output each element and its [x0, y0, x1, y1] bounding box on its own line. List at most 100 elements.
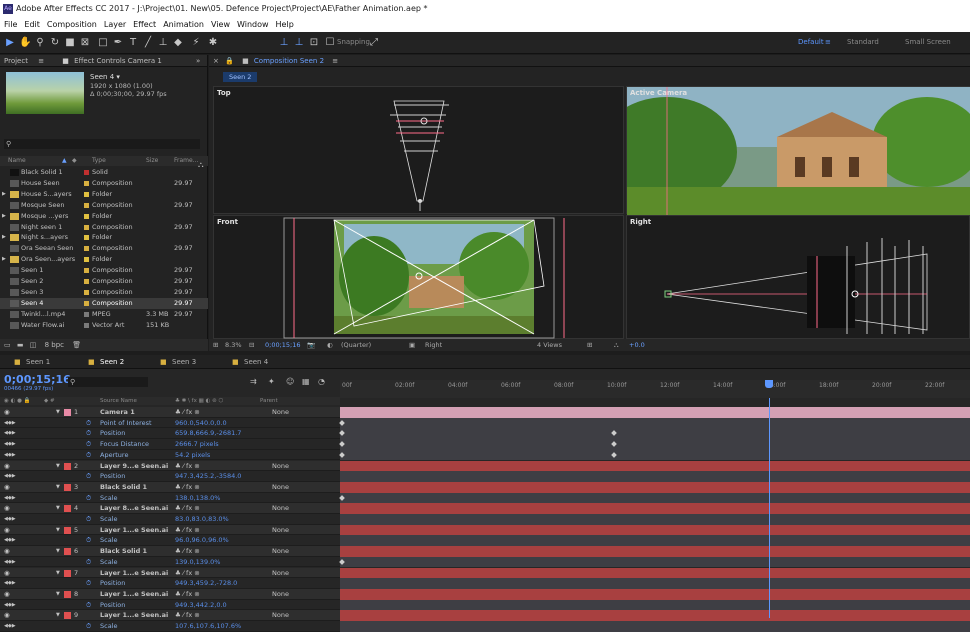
workspace-small-screen[interactable]: Small Screen [905, 38, 951, 46]
layer-search-input[interactable]: ⚲ [68, 377, 148, 387]
layer-name[interactable]: Layer 8...e Seen.ai [100, 503, 168, 514]
lock-icon[interactable]: 🔒 [225, 57, 234, 65]
layer-switches-icons[interactable]: ♣ ⁄ fx ⊚ [175, 482, 200, 493]
label-swatch[interactable] [84, 213, 89, 219]
project-item[interactable]: Ora Seean Seen Composition 29.97 [0, 243, 208, 254]
project-item[interactable]: Night seen 1 Composition 29.97 [0, 222, 208, 233]
sort-ascending-icon[interactable]: ▲ [62, 156, 67, 166]
tab-project[interactable]: Project [4, 57, 28, 65]
zoom-tool-icon[interactable]: ⚲ [34, 37, 46, 49]
keyframe-navigator-icon[interactable]: ◀◆▶ [4, 621, 16, 632]
project-item[interactable]: Water Flow.ai Vector Art 151 KB [0, 320, 208, 331]
label-swatch[interactable] [84, 311, 89, 317]
layer-label-swatch[interactable] [64, 590, 71, 598]
share-view-icon[interactable]: ⊞ [587, 339, 592, 351]
layer-switches-icons[interactable]: ♣ ⁄ fx ⊚ [175, 461, 200, 472]
expand-arrow-icon[interactable]: ▼ [56, 482, 60, 493]
keyframe-navigator-icon[interactable]: ◀◆▶ [4, 600, 16, 611]
project-item[interactable]: Seen 3 Composition 29.97 [0, 287, 208, 298]
tab-composition[interactable]: Composition Seen 2 [254, 57, 324, 65]
keyframe-navigator-icon[interactable]: ◀◆▶ [4, 450, 16, 461]
menu-item-help[interactable]: Help [276, 18, 294, 32]
column-frame-rate[interactable]: Frame... [174, 156, 198, 166]
tab-seen-3[interactable]: Seen 3 [172, 358, 196, 366]
project-item[interactable]: Mosque Seen Composition 29.97 [0, 200, 208, 211]
composition-subtab[interactable]: Seen 2 [223, 72, 258, 82]
visibility-eye-icon[interactable]: ◉ [4, 461, 10, 472]
property-row[interactable]: ◀◆▶ ⏱ Aperture 54.2 pixels [0, 449, 340, 461]
layer-row[interactable]: ◉ ▼ 5 Layer 1...e Seen.ai ♣ ⁄ fx ⊚ None [0, 524, 340, 536]
layer-name[interactable]: Black Solid 1 [100, 482, 147, 493]
keyframe-navigator-icon[interactable]: ◀◆▶ [4, 514, 16, 525]
parent-select[interactable]: None [272, 568, 289, 579]
label-swatch[interactable] [84, 279, 89, 284]
column-parent[interactable]: Parent [260, 397, 278, 405]
column-name[interactable]: Name [8, 156, 26, 166]
label-swatch[interactable] [84, 202, 89, 208]
parent-select[interactable]: None [272, 546, 289, 557]
hand-tool-icon[interactable]: ✋ [19, 37, 31, 49]
project-item[interactable]: ▶ House S...ayers Folder [0, 189, 208, 200]
property-row[interactable]: ◀◆▶ ⏱ Scale 96.0,96.0,96.0% [0, 535, 340, 547]
property-row[interactable]: ◀◆▶ ⏱ Point of Interest 960.0,540.0,0.0 [0, 417, 340, 429]
expand-arrow-icon[interactable]: ▼ [56, 546, 60, 557]
playhead-handle[interactable] [765, 380, 773, 388]
show-channel-icon[interactable]: ◐ [327, 339, 333, 351]
menu-item-edit[interactable]: Edit [24, 18, 40, 32]
property-value[interactable]: 139.0,139.0% [175, 557, 220, 568]
stopwatch-icon[interactable]: ⏱ [86, 621, 91, 632]
stopwatch-icon[interactable]: ⏱ [86, 428, 91, 439]
timeline-timecode[interactable]: 0;00;15;16 [4, 373, 71, 386]
rectangle-tool-icon[interactable]: □ [97, 37, 109, 49]
menu-item-file[interactable]: File [4, 18, 17, 32]
property-value[interactable]: 960.0,540.0,0.0 [175, 418, 227, 429]
panel-overflow-icon[interactable]: » [196, 55, 200, 67]
keyframe-navigator-icon[interactable]: ◀◆▶ [4, 428, 16, 439]
camera-tool-icon[interactable]: ■ [64, 37, 76, 49]
selected-item-name[interactable]: Seen 4 ▾ [90, 73, 120, 81]
project-item[interactable]: ▶ Night s...ayers Folder [0, 232, 208, 243]
keyframe-navigator-icon[interactable]: ◀◆▶ [4, 535, 16, 546]
property-row[interactable]: ◀◆▶ ⏱ Scale 139.0,139.0% [0, 556, 340, 568]
layer-duration-bar[interactable] [340, 567, 970, 579]
expand-arrow-icon[interactable]: ▼ [56, 407, 60, 418]
parent-select[interactable]: None [272, 610, 289, 621]
time-ruler[interactable]: 00f 02:00f 04:00f 06:00f 08:00f 10:00f 12:00f 1… [340, 380, 970, 398]
layer-row[interactable]: ◉ ▼ 6 Black Solid 1 ♣ ⁄ fx ⊚ None [0, 546, 340, 557]
layer-name[interactable]: Layer 1...e Seen.ai [100, 568, 168, 579]
label-column-icon[interactable]: ◆ [72, 156, 77, 166]
parent-select[interactable]: None [272, 525, 289, 536]
new-composition-icon[interactable]: ◫ [30, 341, 37, 349]
layer-duration-bar[interactable] [340, 588, 970, 600]
workspace-standard[interactable]: Standard [847, 38, 879, 46]
keyframe-navigator-icon[interactable]: ◀◆▶ [4, 418, 16, 429]
property-value[interactable]: 138.0,138.0% [175, 493, 220, 504]
right-view[interactable]: Right [626, 215, 970, 339]
motion-blur-icon[interactable]: ◔ [318, 377, 325, 386]
property-row[interactable]: ◀◆▶ ⏱ Position 949.3,442.2,0.0 [0, 599, 340, 611]
property-value[interactable]: 659.8,666.9,-2681.7 [175, 428, 241, 439]
layer-label-swatch[interactable] [64, 505, 71, 513]
expand-arrow-icon[interactable]: ▼ [56, 461, 60, 472]
shy-layers-icon[interactable]: ☺ [286, 377, 294, 386]
project-search-input[interactable]: ⚲ [4, 139, 200, 149]
layer-name[interactable]: Layer 9...e Seen.ai [100, 461, 168, 472]
parent-select[interactable]: None [272, 482, 289, 493]
property-row[interactable]: ◀◆▶ ⏱ Scale 107.6,107.6,107.6% [0, 621, 340, 632]
stopwatch-icon[interactable]: ⏱ [86, 557, 91, 568]
project-item[interactable]: Black Solid 1 Solid [0, 167, 208, 178]
layer-name[interactable]: Layer 1...e Seen.ai [100, 525, 168, 536]
label-swatch[interactable] [84, 180, 89, 186]
region-of-interest-icon[interactable]: ▣ [409, 339, 415, 351]
project-item[interactable]: Seen 1 Composition 29.97 [0, 265, 208, 276]
expand-arrow-icon[interactable]: ▶ [2, 254, 6, 265]
layer-label-swatch[interactable] [64, 526, 71, 534]
layer-name[interactable]: Layer 1...e Seen.ai [100, 589, 168, 600]
expand-arrow-icon[interactable]: ▶ [2, 189, 6, 200]
visibility-eye-icon[interactable]: ◉ [4, 546, 10, 557]
close-icon[interactable]: × [213, 57, 219, 65]
project-item[interactable]: House Seen Composition 29.97 [0, 178, 208, 189]
property-row[interactable]: ◀◆▶ ⏱ Scale 138.0,138.0% [0, 492, 340, 504]
camera-view-select[interactable]: Right [425, 339, 442, 351]
label-swatch[interactable] [84, 170, 89, 175]
